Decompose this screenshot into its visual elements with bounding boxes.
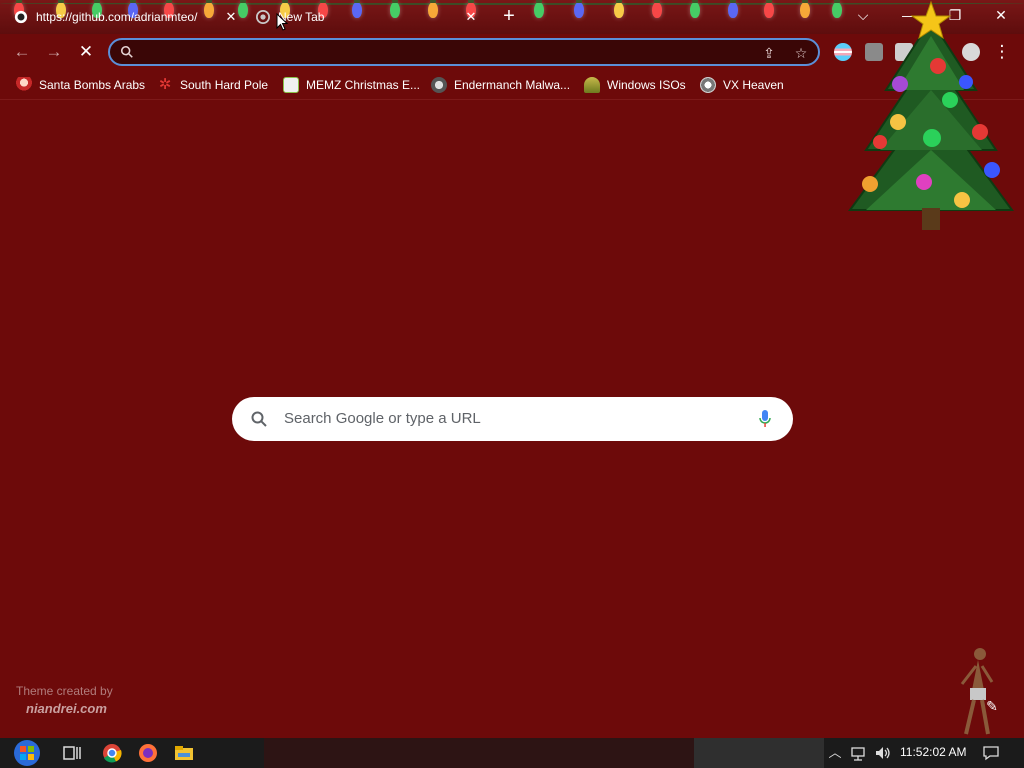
google-search-box[interactable]: Search Google or type a URL [232, 397, 793, 441]
bookmark-label: VX Heaven [723, 78, 784, 92]
microphone-icon[interactable] [759, 409, 771, 429]
start-button-icon[interactable] [10, 739, 44, 767]
network-icon[interactable] [850, 744, 868, 762]
light-decoration [690, 0, 700, 18]
volume-icon[interactable] [874, 744, 892, 762]
snowflake-icon: ✲ [158, 76, 172, 93]
tab-title: https://github.com/adrianmteo/ [36, 10, 198, 24]
stop-loading-button[interactable]: ✕ [74, 40, 98, 64]
action-center-icon[interactable] [982, 744, 1000, 762]
windows-taskbar: ︿ 11:52:02 AM [0, 738, 1024, 768]
bookmark-vx-heaven[interactable]: VX Heaven [700, 75, 784, 95]
light-decoration [764, 0, 774, 18]
theme-credit-link[interactable]: niandrei.com [26, 701, 113, 716]
bookmark-label: Santa Bombs Arabs [39, 78, 146, 92]
mouse-cursor-icon [276, 13, 288, 31]
firefox-taskbar-icon[interactable] [136, 742, 160, 764]
bookmark-label: Endermanch Malwa... [454, 78, 571, 92]
close-tab-button[interactable]: ✕ [222, 8, 240, 26]
taskbar-background [694, 738, 824, 768]
forward-button[interactable]: → [42, 40, 66, 64]
theme-credit[interactable]: Theme created by niandrei.com [16, 684, 113, 716]
github-favicon-icon [14, 10, 28, 24]
customize-pencil-icon[interactable]: ✎ [983, 697, 1001, 715]
search-placeholder: Search Google or type a URL [284, 410, 481, 427]
light-decoration [800, 0, 810, 18]
theme-credit-label: Theme created by [16, 684, 113, 698]
new-tab-button[interactable]: + [498, 6, 520, 28]
bookmark-windows-isos[interactable]: Windows ISOs [584, 75, 686, 95]
taskbar-clock[interactable]: 11:52:02 AM [900, 745, 967, 759]
address-bar[interactable]: ⇪ ☆ [108, 38, 820, 66]
file-explorer-icon[interactable] [172, 742, 196, 764]
close-tab-button[interactable]: ✕ [462, 8, 480, 26]
tab-github[interactable]: https://github.com/adrianmteo/ ✕ [8, 4, 248, 30]
bookmark-label: MEMZ Christmas E... [306, 78, 421, 92]
share-icon[interactable]: ⇪ [760, 44, 778, 62]
christmas-tree-decoration [848, 0, 1014, 230]
taskbar-background [264, 738, 694, 768]
chrome-icon [256, 10, 270, 24]
memz-icon [283, 77, 299, 93]
back-button[interactable]: ← [10, 40, 34, 64]
search-icon [251, 411, 267, 427]
search-icon [120, 45, 133, 58]
bookmark-label: South Hard Pole [180, 78, 269, 92]
dancer-decoration [960, 648, 994, 735]
tab-title: New Tab [278, 10, 325, 24]
task-view-icon[interactable] [60, 742, 84, 764]
bookmark-santa-bombs-arabs[interactable]: Santa Bombs Arabs [16, 75, 145, 95]
vx-heaven-icon [700, 77, 716, 93]
light-decoration [652, 0, 662, 18]
bookmark-star-icon[interactable]: ☆ [792, 44, 810, 62]
bookmark-south-hard-pole[interactable]: ✲ South Hard Pole [157, 75, 268, 95]
light-decoration [574, 0, 584, 18]
light-decoration [534, 0, 544, 18]
light-decoration [728, 0, 738, 18]
light-decoration [614, 0, 624, 18]
endermanch-icon [431, 77, 447, 93]
bookmark-label: Windows ISOs [607, 78, 686, 92]
bookmark-memz-christmas[interactable]: MEMZ Christmas E... [283, 75, 420, 95]
chrome-taskbar-icon[interactable] [100, 742, 124, 764]
bookmark-endermanch-malware[interactable]: Endermanch Malwa... [431, 75, 570, 95]
address-input[interactable] [144, 43, 744, 61]
show-hidden-icons-chevron-icon[interactable]: ︿ [826, 744, 844, 762]
santa-icon [16, 77, 32, 93]
windows-iso-icon [584, 77, 600, 93]
